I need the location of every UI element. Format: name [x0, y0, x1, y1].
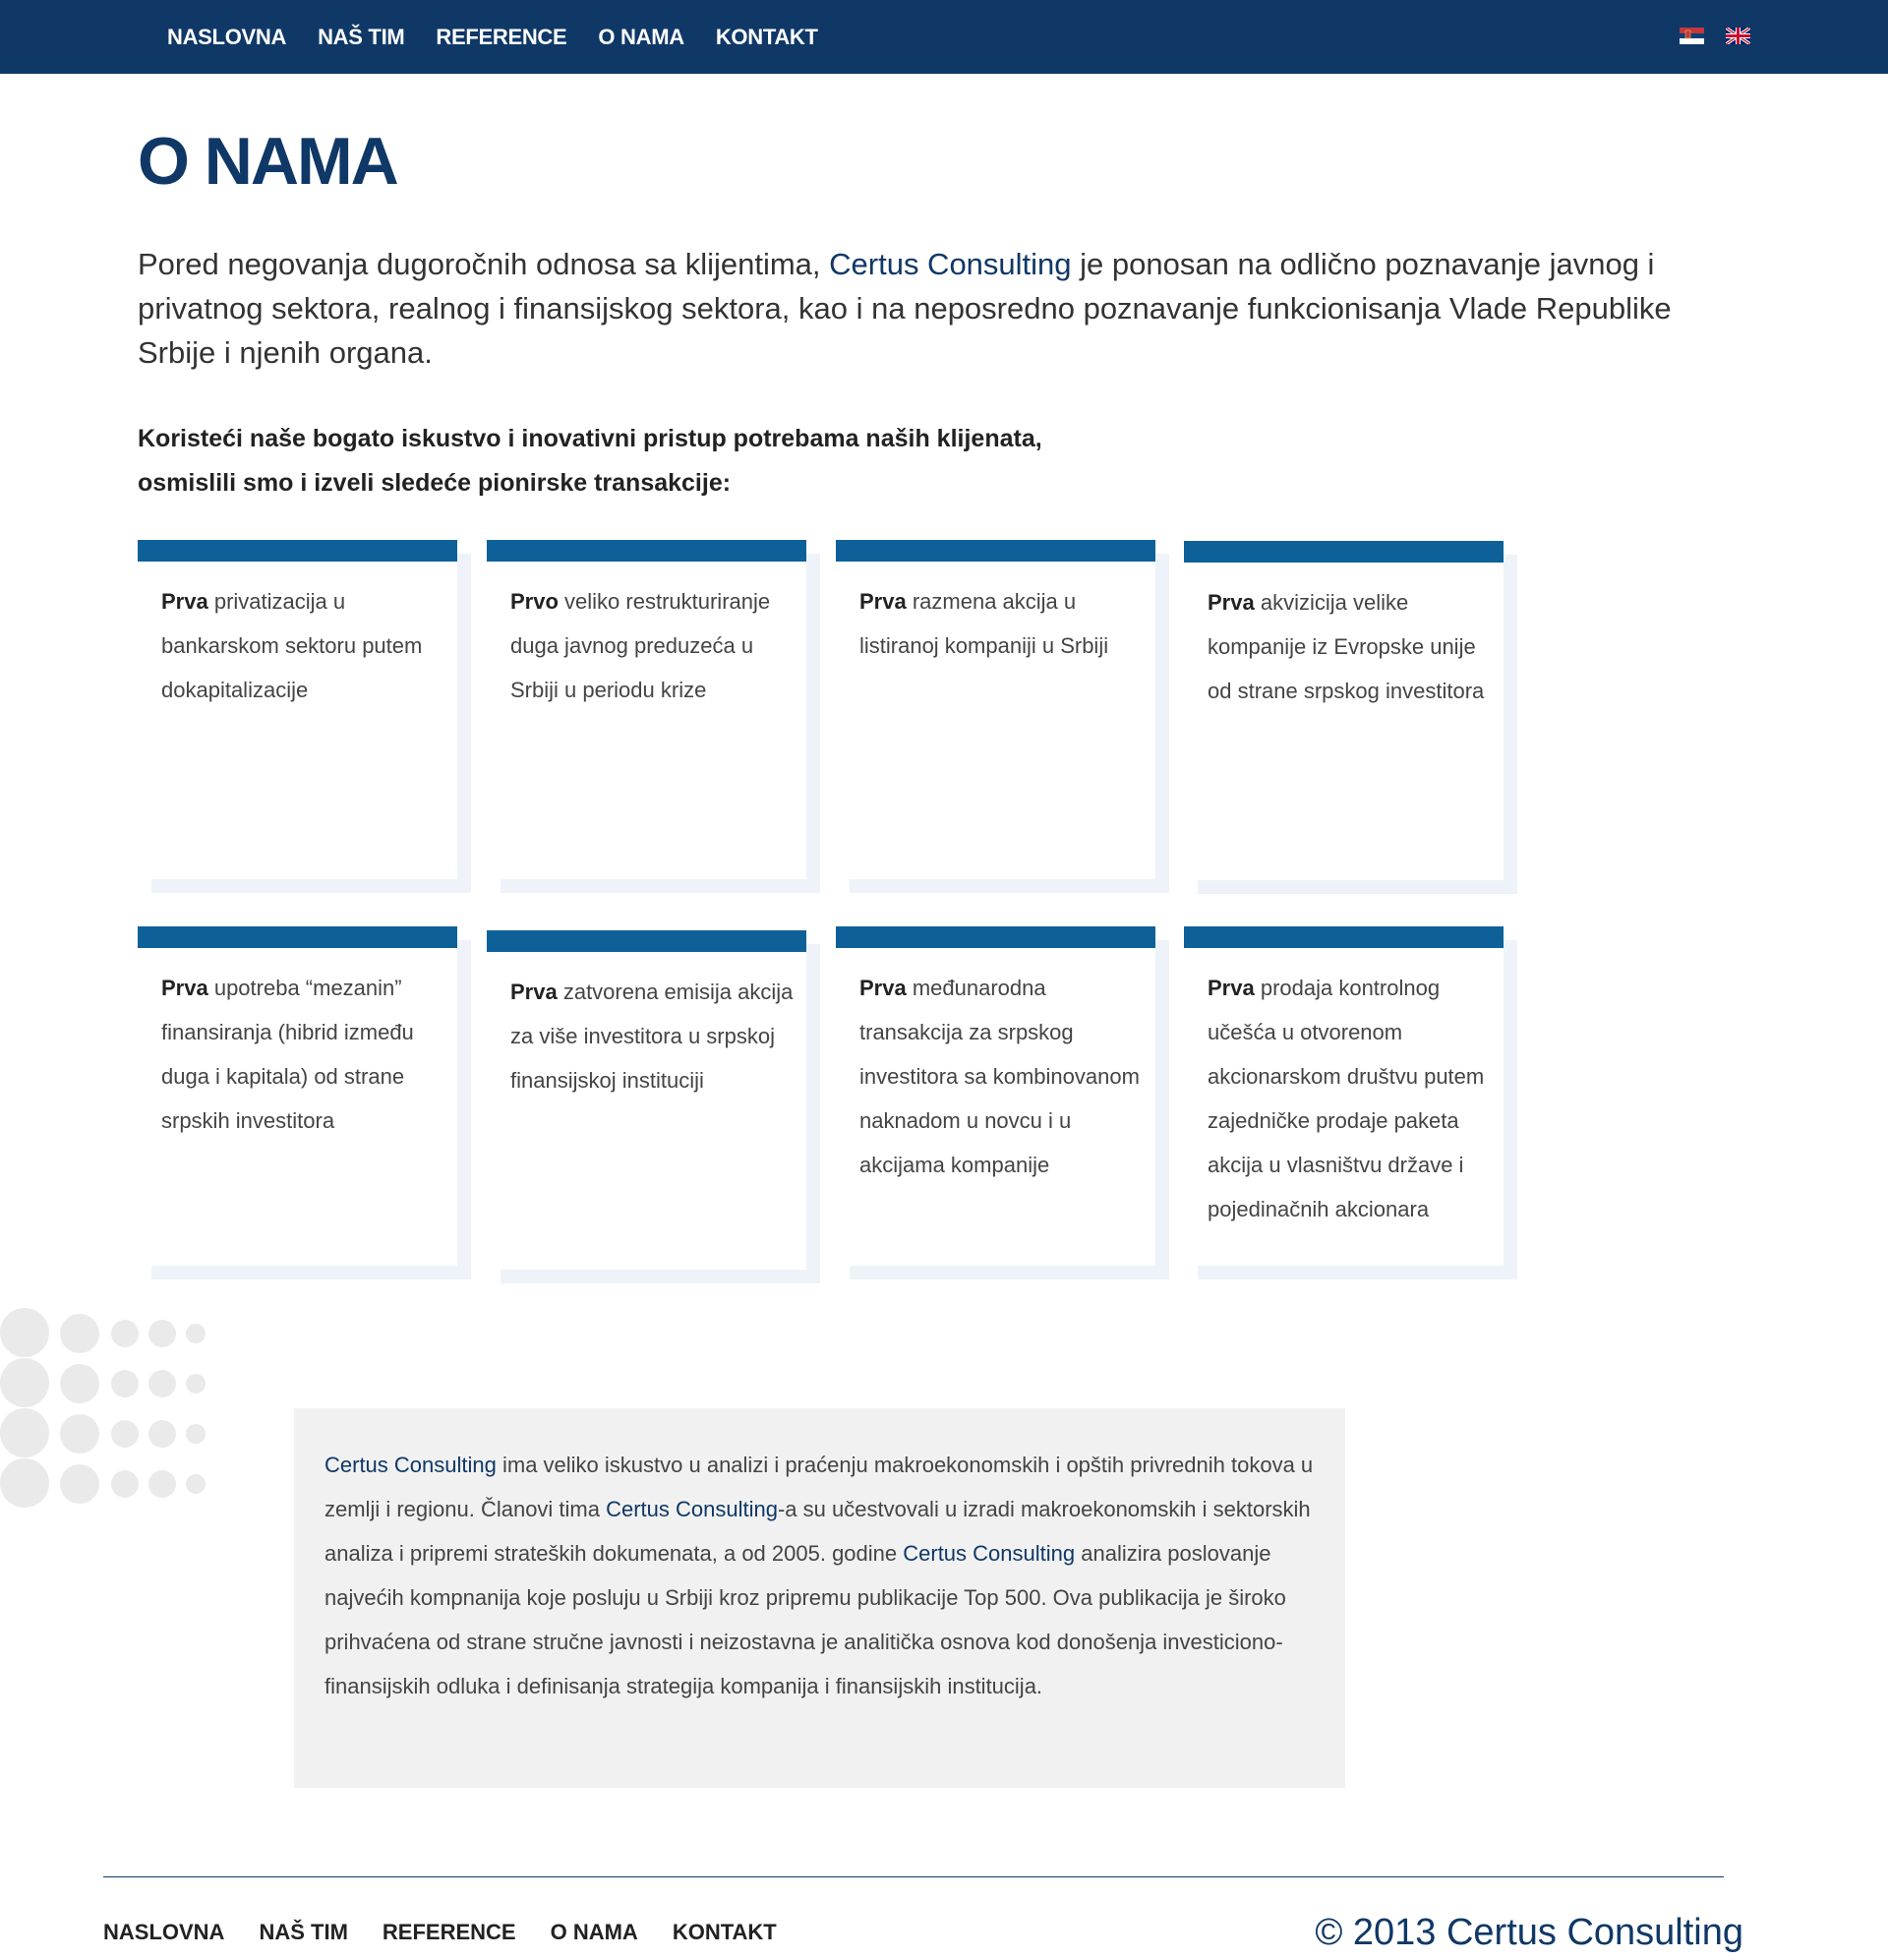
card-top-bar — [487, 930, 806, 952]
card-bold-word: Prva — [1208, 590, 1255, 615]
intro-paragraph: Pored negovanja dugoročnih odnosa sa kli… — [138, 242, 1711, 375]
transaction-card: Prva međunarodna transakcija za srpskog … — [836, 926, 1155, 1266]
info-brand-3: Certus Consulting — [903, 1541, 1076, 1566]
intro-text-start: Pored negovanja dugoročnih odnosa sa kli… — [138, 247, 830, 281]
copyright-text: © 2013 Certus Consulting — [1315, 1912, 1743, 1953]
info-brand-1: Certus Consulting — [324, 1453, 497, 1477]
dot — [0, 1458, 49, 1508]
transaction-card: Prva prodaja kontrolnog učešća u otvoren… — [1184, 926, 1504, 1266]
decorative-dots — [0, 1308, 216, 1524]
card-bold-word: Prva — [161, 589, 208, 614]
dot — [60, 1414, 99, 1454]
card-text: Prva prodaja kontrolnog učešća u otvoren… — [1208, 966, 1493, 1231]
lead-line-2: osmislili smo i izveli sledeće pionirske… — [138, 469, 732, 497]
card-text: Prva upotreba “mezanin” finansiranja (hi… — [161, 966, 446, 1143]
dot — [186, 1324, 206, 1343]
dot — [111, 1370, 139, 1397]
card-text: Prva razmena akcija u listiranoj kompani… — [859, 579, 1145, 668]
dot — [148, 1320, 176, 1347]
footer-nav-o-nama[interactable]: O NAMA — [551, 1920, 638, 1945]
serbian-flag-icon[interactable] — [1680, 28, 1704, 44]
card-top-bar — [1184, 926, 1504, 948]
card-bold-word: Prva — [859, 589, 907, 614]
transaction-card: Prva razmena akcija u listiranoj kompani… — [836, 540, 1155, 879]
main-menu: NASLOVNA NAŠ TIM REFERENCE O NAMA KONTAK… — [167, 0, 818, 74]
transaction-card: Prvo veliko restrukturiranje duga javnog… — [487, 540, 806, 879]
lead-heading: Koristeći naše bogato iskustvo i inovati… — [138, 417, 1318, 505]
dot — [111, 1320, 139, 1347]
card-top-bar — [1184, 541, 1504, 563]
nav-item-o-nama[interactable]: O NAMA — [598, 25, 684, 50]
transaction-card: Prva privatizacija u bankarskom sektoru … — [138, 540, 457, 879]
lead-line-1: Koristeći naše bogato iskustvo i inovati… — [138, 425, 1042, 452]
footer-nav-naslovna[interactable]: NASLOVNA — [103, 1920, 224, 1945]
card-top-bar — [138, 540, 457, 562]
card-top-bar — [836, 926, 1155, 948]
dot — [148, 1420, 176, 1448]
page-title: O NAMA — [138, 124, 399, 199]
info-brand-2: Certus Consulting — [606, 1497, 778, 1521]
card-text: Prva akvizicija velike kompanije iz Evro… — [1208, 580, 1493, 713]
info-paragraph: Certus Consulting ima veliko iskustvo u … — [324, 1443, 1318, 1708]
card-top-bar — [836, 540, 1155, 562]
uk-flag-icon[interactable] — [1726, 28, 1750, 44]
card-bold-word: Prva — [1208, 976, 1255, 1000]
language-switcher — [1680, 28, 1750, 44]
card-description: međunarodna transakcija za srpskog inves… — [859, 976, 1140, 1177]
dot — [60, 1364, 99, 1403]
transaction-card: Prva zatvorena emisija akcija za više in… — [487, 930, 806, 1270]
footer-nav-kontakt[interactable]: KONTAKT — [673, 1920, 777, 1945]
dot — [186, 1474, 206, 1494]
intro-brand-link: Certus Consulting — [829, 247, 1072, 281]
nav-item-nas-tim[interactable]: NAŠ TIM — [318, 25, 405, 50]
card-bold-word: Prva — [859, 976, 907, 1000]
dot — [0, 1408, 49, 1457]
footer-nav-nas-tim[interactable]: NAŠ TIM — [259, 1920, 347, 1945]
dot — [60, 1464, 99, 1504]
card-top-bar — [138, 926, 457, 948]
nav-item-naslovna[interactable]: NASLOVNA — [167, 25, 286, 50]
info-box: Certus Consulting ima veliko iskustvo u … — [294, 1408, 1345, 1788]
dot — [148, 1370, 176, 1397]
footer-nav-reference[interactable]: REFERENCE — [383, 1920, 516, 1945]
footer-divider — [103, 1876, 1724, 1877]
card-bold-word: Prva — [161, 976, 208, 1000]
dot — [111, 1420, 139, 1448]
dot — [111, 1470, 139, 1498]
card-text: Prva privatizacija u bankarskom sektoru … — [161, 579, 446, 712]
footer-menu: NASLOVNA NAŠ TIM REFERENCE O NAMA KONTAK… — [103, 1920, 777, 1945]
card-bold-word: Prvo — [510, 589, 559, 614]
dot — [186, 1424, 206, 1444]
dot — [148, 1470, 176, 1498]
dot — [0, 1358, 49, 1407]
dot — [186, 1374, 206, 1394]
card-text: Prvo veliko restrukturiranje duga javnog… — [510, 579, 796, 712]
dot — [60, 1314, 99, 1353]
card-text: Prva zatvorena emisija akcija za više in… — [510, 970, 796, 1102]
transaction-card: Prva akvizicija velike kompanije iz Evro… — [1184, 541, 1504, 880]
nav-item-reference[interactable]: REFERENCE — [436, 25, 566, 50]
top-navbar: NASLOVNA NAŠ TIM REFERENCE O NAMA KONTAK… — [0, 0, 1888, 74]
nav-item-kontakt[interactable]: KONTAKT — [716, 25, 818, 50]
dot — [0, 1308, 49, 1357]
card-top-bar — [487, 540, 806, 562]
card-bold-word: Prva — [510, 980, 558, 1004]
card-description: prodaja kontrolnog učešća u otvorenom ak… — [1208, 976, 1485, 1221]
transaction-card: Prva upotreba “mezanin” finansiranja (hi… — [138, 926, 457, 1266]
card-text: Prva međunarodna transakcija za srpskog … — [859, 966, 1145, 1187]
